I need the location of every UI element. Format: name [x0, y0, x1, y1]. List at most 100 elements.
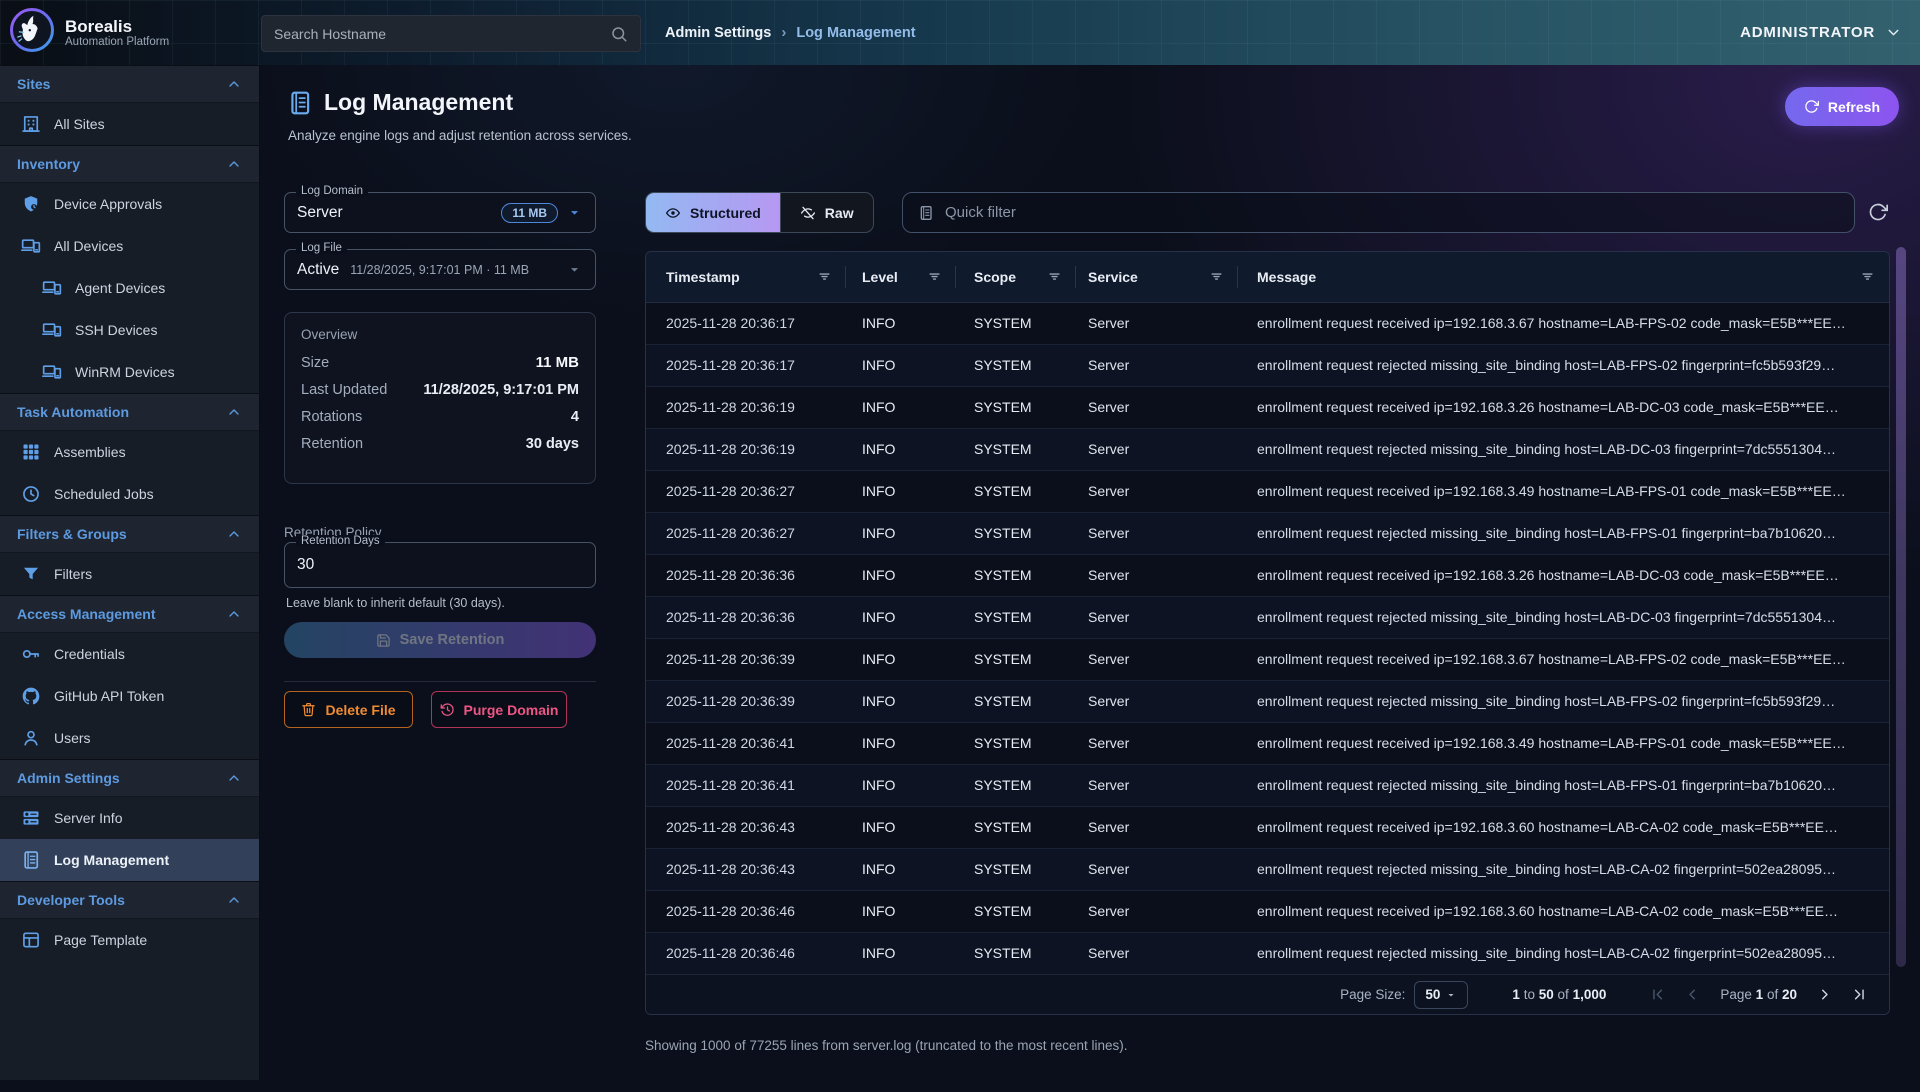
- breadcrumb-admin-settings[interactable]: Admin Settings: [665, 25, 771, 41]
- user-menu[interactable]: ADMINISTRATOR: [1740, 0, 1902, 65]
- log-file-select[interactable]: Log File Active 11/28/2025, 9:17:01 PM ·…: [284, 249, 596, 290]
- table-row[interactable]: 2025-11-28 20:36:19INFOSYSTEMServerenrol…: [646, 428, 1889, 470]
- refresh-icon: [1804, 99, 1819, 114]
- cell-scope: SYSTEM: [956, 722, 1076, 764]
- overview-title: Overview: [301, 327, 579, 342]
- table-row[interactable]: 2025-11-28 20:36:41INFOSYSTEMServerenrol…: [646, 722, 1889, 764]
- table-row[interactable]: 2025-11-28 20:36:43INFOSYSTEMServerenrol…: [646, 848, 1889, 890]
- log-icon: [21, 850, 41, 870]
- chevron-up-icon: [226, 892, 242, 908]
- table-row[interactable]: 2025-11-28 20:36:36INFOSYSTEMServerenrol…: [646, 596, 1889, 638]
- previous-page-icon[interactable]: [1677, 982, 1708, 1007]
- sidebar-section-filters-groups[interactable]: Filters & Groups: [0, 515, 259, 553]
- brand-tagline: Automation Platform: [65, 36, 169, 48]
- quick-filter[interactable]: [902, 192, 1855, 233]
- sidebar-section-sites[interactable]: Sites: [0, 65, 259, 103]
- sidebar-section-task-automation[interactable]: Task Automation: [0, 393, 259, 431]
- cell-level: INFO: [846, 680, 956, 722]
- save-retention-button[interactable]: Save Retention: [284, 622, 596, 658]
- column-header-timestamp[interactable]: Timestamp: [646, 252, 846, 302]
- hostname-search[interactable]: [261, 15, 641, 52]
- column-filter-icon[interactable]: [927, 269, 942, 284]
- pagination-bar: Page Size: 50 1 to 50 of 1,000 Page: [646, 974, 1889, 1014]
- sidebar-item-all-sites[interactable]: All Sites: [0, 103, 259, 145]
- table-row[interactable]: 2025-11-28 20:36:46INFOSYSTEMServerenrol…: [646, 932, 1889, 974]
- raw-view-button[interactable]: Raw: [780, 193, 873, 232]
- breadcrumb: Admin Settings › Log Management: [665, 0, 916, 65]
- table-row[interactable]: 2025-11-28 20:36:43INFOSYSTEMServerenrol…: [646, 806, 1889, 848]
- sidebar-item-page-template[interactable]: Page Template: [0, 919, 259, 961]
- table-row[interactable]: 2025-11-28 20:36:19INFOSYSTEMServerenrol…: [646, 386, 1889, 428]
- clock-icon: [21, 484, 41, 504]
- cell-level: INFO: [846, 596, 956, 638]
- column-filter-icon[interactable]: [1860, 269, 1875, 284]
- caret-down-icon: [1445, 989, 1457, 1001]
- breadcrumb-log-management[interactable]: Log Management: [796, 25, 915, 41]
- caret-down-icon[interactable]: [566, 261, 583, 278]
- cell-scope: SYSTEM: [956, 890, 1076, 932]
- search-icon[interactable]: [610, 25, 628, 43]
- sidebar-item-device-approvals[interactable]: Device Approvals: [0, 183, 259, 225]
- top-bar: Borealis Automation Platform Admin Setti…: [0, 0, 1920, 65]
- sidebar-item-filters[interactable]: Filters: [0, 553, 259, 595]
- column-filter-icon[interactable]: [1209, 269, 1224, 284]
- scrollbar[interactable]: [1896, 247, 1906, 967]
- cell-message: enrollment request rejected missing_site…: [1238, 932, 1889, 974]
- server-icon: [21, 808, 41, 828]
- table-row[interactable]: 2025-11-28 20:36:36INFOSYSTEMServerenrol…: [646, 554, 1889, 596]
- chevron-up-icon: [226, 606, 242, 622]
- table-row[interactable]: 2025-11-28 20:36:39INFOSYSTEMServerenrol…: [646, 638, 1889, 680]
- column-header-message[interactable]: Message: [1238, 252, 1889, 302]
- page-size-label: Page Size:: [1340, 987, 1405, 1002]
- search-input[interactable]: [274, 26, 610, 42]
- sidebar-section-inventory[interactable]: Inventory: [0, 145, 259, 183]
- column-filter-icon[interactable]: [817, 269, 832, 284]
- refresh-button[interactable]: Refresh: [1785, 87, 1899, 126]
- caret-down-icon[interactable]: [566, 204, 583, 221]
- cell-scope: SYSTEM: [956, 680, 1076, 722]
- column-header-level[interactable]: Level: [846, 252, 956, 302]
- sidebar-item-agent-devices[interactable]: Agent Devices: [0, 267, 259, 309]
- table-row[interactable]: 2025-11-28 20:36:27INFOSYSTEMServerenrol…: [646, 512, 1889, 554]
- sidebar-item-ssh-devices[interactable]: SSH Devices: [0, 309, 259, 351]
- table-refresh-icon[interactable]: [1868, 202, 1888, 222]
- table-row[interactable]: 2025-11-28 20:36:17INFOSYSTEMServerenrol…: [646, 302, 1889, 344]
- table-row[interactable]: 2025-11-28 20:36:27INFOSYSTEMServerenrol…: [646, 470, 1889, 512]
- page-size-select[interactable]: 50: [1414, 981, 1468, 1009]
- structured-view-button[interactable]: Structured: [646, 193, 780, 232]
- delete-file-button[interactable]: Delete File: [284, 691, 413, 728]
- first-page-icon[interactable]: [1642, 982, 1673, 1007]
- overview-row-size: Size 11 MB: [301, 354, 579, 371]
- last-page-icon[interactable]: [1844, 982, 1875, 1007]
- sidebar-section-access-management[interactable]: Access Management: [0, 595, 259, 633]
- column-filter-icon[interactable]: [1047, 269, 1062, 284]
- sidebar-item-server-info[interactable]: Server Info: [0, 797, 259, 839]
- sidebar-item-scheduled-jobs[interactable]: Scheduled Jobs: [0, 473, 259, 515]
- retention-days-input[interactable]: [297, 543, 583, 587]
- sidebar-item-github-api-token[interactable]: GitHub API Token: [0, 675, 259, 717]
- sidebar-section-developer-tools[interactable]: Developer Tools: [0, 881, 259, 919]
- quick-filter-input[interactable]: [945, 204, 1839, 221]
- sidebar-item-log-management[interactable]: Log Management: [0, 839, 259, 881]
- log-domain-select[interactable]: Log Domain Server 11 MB: [284, 192, 596, 233]
- purge-domain-label: Purge Domain: [464, 702, 559, 718]
- table-row[interactable]: 2025-11-28 20:36:46INFOSYSTEMServerenrol…: [646, 890, 1889, 932]
- column-header-scope[interactable]: Scope: [956, 252, 1076, 302]
- cell-message: enrollment request received ip=192.168.3…: [1238, 806, 1889, 848]
- grid-icon: [21, 442, 41, 462]
- column-header-service[interactable]: Service: [1076, 252, 1238, 302]
- sidebar-item-all-devices[interactable]: All Devices: [0, 225, 259, 267]
- log-page-icon: [287, 90, 313, 116]
- sidebar-item-credentials[interactable]: Credentials: [0, 633, 259, 675]
- sidebar-item-users[interactable]: Users: [0, 717, 259, 759]
- sidebar-item-winrm-devices[interactable]: WinRM Devices: [0, 351, 259, 393]
- cell-scope: SYSTEM: [956, 806, 1076, 848]
- retention-days-field[interactable]: Retention Days: [284, 542, 596, 588]
- next-page-icon[interactable]: [1809, 982, 1840, 1007]
- sidebar-section-admin-settings[interactable]: Admin Settings: [0, 759, 259, 797]
- purge-domain-button[interactable]: Purge Domain: [431, 691, 567, 728]
- table-row[interactable]: 2025-11-28 20:36:17INFOSYSTEMServerenrol…: [646, 344, 1889, 386]
- sidebar-item-assemblies[interactable]: Assemblies: [0, 431, 259, 473]
- table-row[interactable]: 2025-11-28 20:36:41INFOSYSTEMServerenrol…: [646, 764, 1889, 806]
- table-row[interactable]: 2025-11-28 20:36:39INFOSYSTEMServerenrol…: [646, 680, 1889, 722]
